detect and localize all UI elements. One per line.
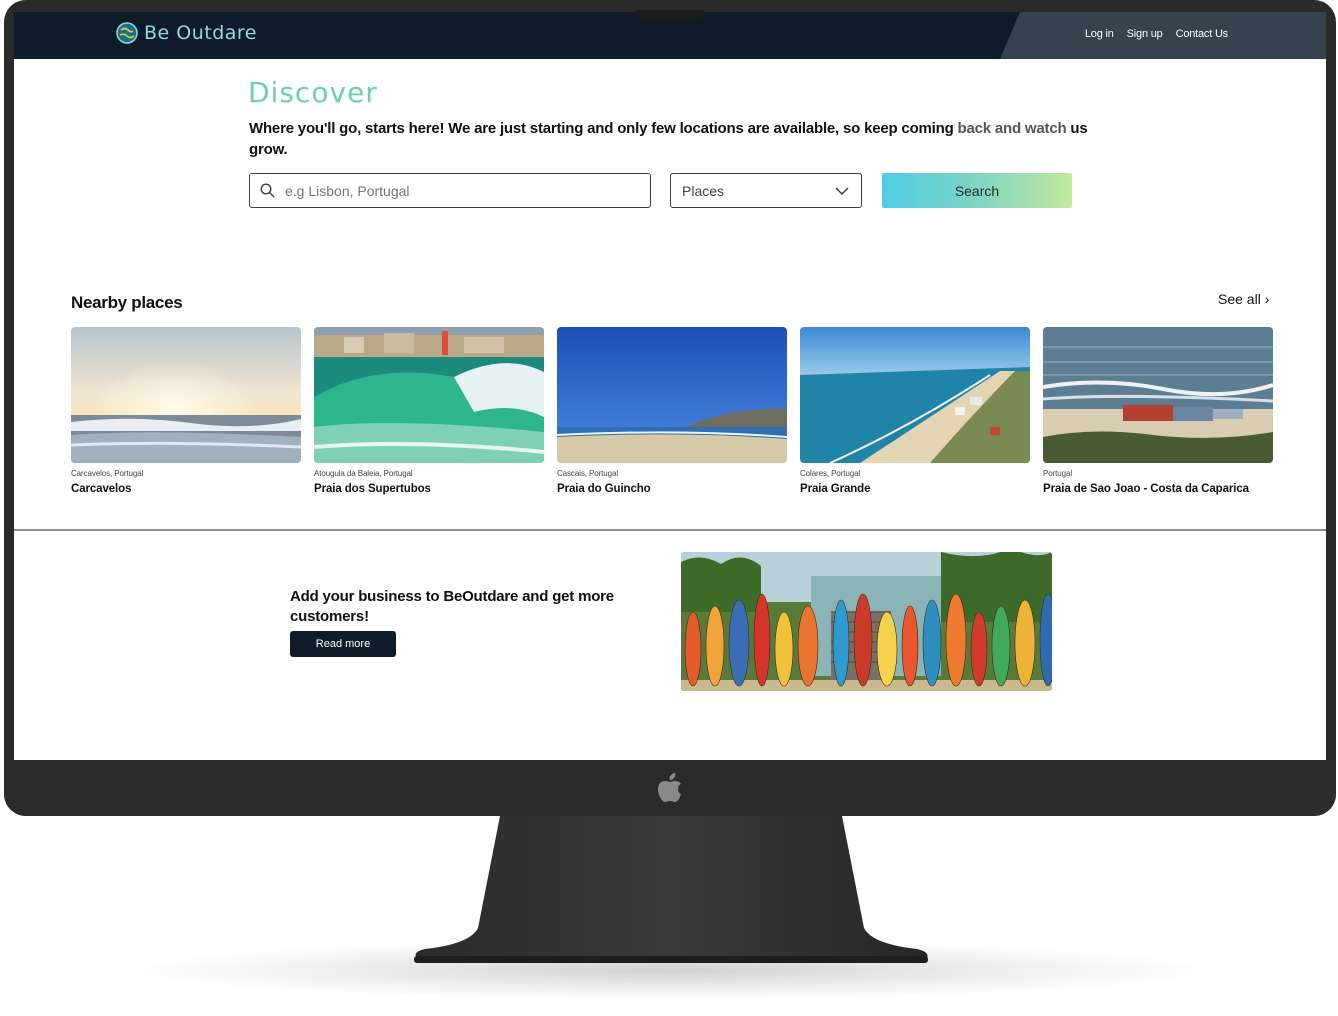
place-card[interactable]: Carcavelos, Portugal Carcavelos: [71, 327, 301, 495]
surfboard: [728, 599, 750, 687]
surfboards-photo: [681, 552, 1052, 691]
see-all-link[interactable]: See all ›: [1218, 291, 1269, 307]
surfboard: [922, 599, 942, 687]
search-icon: [260, 183, 275, 198]
surfboard: [901, 605, 919, 687]
category-selected: Places: [682, 182, 725, 199]
chevron-down-icon: [835, 186, 849, 195]
place-card[interactable]: Cascais, Portugal Praia do Guincho: [557, 327, 787, 495]
browser-screen: Be Outdare Log in Sign up Contact Us Dis…: [14, 12, 1326, 760]
surfboard: [876, 611, 898, 687]
place-location: Atouguia da Baleia, Portugal: [314, 469, 413, 478]
place-location: Cascais, Portugal: [557, 469, 618, 478]
section-divider: [14, 529, 1326, 531]
nearby-cards: Carcavelos, Portugal Carcavelos Atouguia…: [71, 327, 1273, 495]
place-name: Praia Grande: [800, 483, 871, 495]
camera-notch: [635, 10, 705, 22]
place-photo: [557, 327, 787, 463]
surfboard: [832, 599, 850, 687]
category-select[interactable]: Places: [670, 173, 862, 208]
place-card[interactable]: Colares, Portugal Praia Grande: [800, 327, 1030, 495]
see-all-label: See all: [1218, 291, 1261, 307]
surfboard: [684, 611, 702, 687]
place-card[interactable]: Atouguia da Baleia, Portugal Praia dos S…: [314, 327, 544, 495]
place-name: Carcavelos: [71, 483, 132, 495]
surfboard: [774, 611, 794, 687]
surfboard: [991, 605, 1011, 687]
brand[interactable]: Be Outdare: [116, 22, 257, 44]
place-location: Colares, Portugal: [800, 469, 861, 478]
place-location: Carcavelos, Portugal: [71, 469, 144, 478]
place-photo: [314, 327, 544, 463]
place-name: Praia do Guincho: [557, 483, 651, 495]
surfboard: [705, 605, 725, 687]
surfboard: [945, 593, 967, 687]
place-location: Portugal: [1043, 469, 1072, 478]
surfboard: [753, 593, 771, 687]
search-input[interactable]: [285, 182, 625, 199]
surfboard: [1014, 599, 1036, 687]
intro-text: Where you'll go, starts here! We are jus…: [249, 118, 1109, 160]
monitor-stand: [414, 816, 928, 963]
nearby-title: Nearby places: [71, 293, 183, 312]
contact-link[interactable]: Contact Us: [1176, 28, 1229, 40]
read-more-button[interactable]: Read more: [290, 631, 396, 657]
intro-muted: back and watch: [957, 120, 1067, 137]
signup-link[interactable]: Sign up: [1127, 28, 1163, 40]
globe-logo-icon: [116, 22, 138, 44]
place-name: Praia de Sao Joao - Costa da Caparica: [1043, 483, 1249, 495]
search-button[interactable]: Search: [882, 173, 1072, 208]
place-photo: [800, 327, 1030, 463]
nav-links: Log in Sign up Contact Us: [1085, 28, 1228, 40]
business-promo-text: Add your business to BeOutdare and get m…: [290, 588, 614, 625]
brand-name: Be Outdare: [144, 22, 257, 44]
search-field[interactable]: [249, 173, 651, 208]
monitor-mockup: Be Outdare Log in Sign up Contact Us Dis…: [0, 0, 1338, 1016]
intro-main: Where you'll go, starts here! We are jus…: [249, 120, 958, 137]
page-title: Discover: [248, 76, 378, 109]
place-name: Praia dos Supertubos: [314, 483, 431, 495]
apple-logo-icon: [658, 773, 681, 802]
surfboard: [797, 605, 819, 687]
place-photo: [1043, 327, 1273, 463]
place-photo: [71, 327, 301, 463]
place-card[interactable]: Portugal Praia de Sao Joao - Costa da Ca…: [1043, 327, 1273, 495]
surfboard: [970, 611, 988, 687]
login-link[interactable]: Log in: [1085, 28, 1114, 40]
chevron-right-icon: ›: [1264, 291, 1270, 307]
surfboard: [853, 593, 873, 687]
